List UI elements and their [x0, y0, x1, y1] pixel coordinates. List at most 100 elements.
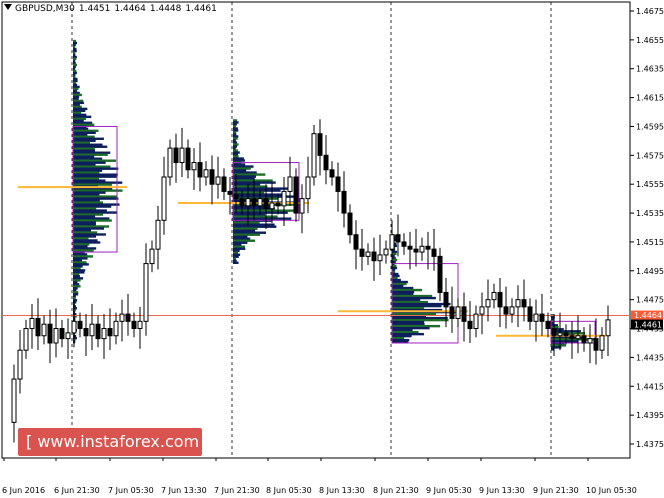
candle-body [377, 254, 383, 262]
candle-body [41, 323, 47, 337]
candle-body [257, 198, 263, 207]
candle-body [167, 147, 173, 178]
candle-body [215, 176, 221, 185]
candle-body [221, 176, 227, 192]
candle-body [143, 263, 149, 322]
candle-body [119, 313, 125, 322]
candle-body [419, 245, 425, 253]
ohlc-low: 1.4448 [149, 4, 182, 14]
chart-menu-triangle-icon[interactable] [4, 4, 12, 10]
candle-body [29, 317, 35, 330]
candle-body [197, 162, 203, 178]
candle-body [191, 162, 197, 171]
x-tick-label: 8 Jun 05:30 [266, 486, 312, 495]
ohlc-open: 1.4451 [78, 4, 111, 14]
candle-body [269, 202, 275, 210]
candle-body [125, 313, 131, 322]
y-tick-label: 1.4595 [636, 122, 664, 131]
candle-body [353, 234, 359, 250]
candle-body [329, 169, 335, 178]
candle-body [107, 328, 113, 337]
candle-body [35, 317, 41, 337]
candle-body [203, 169, 209, 178]
candle-body [209, 169, 215, 185]
candle-body [371, 251, 377, 262]
y-tick-label: 1.4575 [636, 151, 664, 160]
y-tick-label: 1.4475 [636, 296, 664, 305]
candle-body [401, 241, 407, 247]
candle-body [299, 198, 305, 214]
plot-frame [1, 1, 631, 459]
candle-body [449, 306, 455, 319]
x-tick-label: 6 Jun 21:30 [54, 486, 100, 495]
candle-body [161, 176, 167, 221]
candle-body [263, 198, 269, 210]
candle-body [149, 248, 155, 265]
ohlc-close: 1.4461 [185, 4, 217, 14]
candle-body [485, 299, 491, 308]
x-tick-label: 6 Jun 2016 [2, 486, 45, 495]
y-tick-label: 1.4655 [636, 36, 664, 45]
candle-body [347, 212, 353, 236]
candle-body [473, 313, 479, 330]
candle-body [101, 328, 107, 340]
y-tick-label: 1.4555 [636, 180, 664, 189]
candle-body [77, 320, 83, 330]
candle-body [233, 193, 239, 200]
candle-body [575, 335, 581, 340]
candle-body [275, 202, 281, 207]
candle-body [491, 291, 497, 301]
candle-body [395, 234, 401, 243]
price-chart: 1.4675 1.4655 1.4635 1.4615 1.4595 1.4575 1.45… [1, 1, 664, 495]
candle-body [443, 291, 449, 308]
candle-body [431, 248, 437, 257]
candle-body [95, 323, 101, 340]
candle-body [605, 319, 611, 337]
candle-body [455, 306, 461, 319]
candle-body [551, 328, 557, 337]
candle-body [413, 248, 419, 253]
candle-body [53, 328, 59, 344]
candle-body [185, 147, 191, 171]
x-tick-label: 7 Jun 05:30 [108, 486, 154, 495]
candle-body [527, 306, 533, 322]
candle-body [71, 320, 77, 334]
candle-body [497, 291, 503, 308]
candle-body [305, 176, 311, 200]
ohlc-high: 1.4464 [114, 4, 146, 14]
candle-body [545, 320, 551, 330]
candle-body [515, 299, 521, 308]
candle-body [341, 190, 347, 214]
candle-body [539, 313, 545, 322]
candle-body [509, 306, 515, 315]
candle-body [521, 299, 527, 308]
candle-body [17, 349, 23, 380]
candle-body [59, 328, 65, 340]
candle-body [281, 190, 287, 207]
x-tick-label: 9 Jun 13:30 [479, 486, 525, 495]
candle-body [359, 248, 365, 257]
y-tick-label: 1.4395 [636, 411, 664, 420]
candle-body [311, 133, 317, 178]
candle-body [425, 245, 431, 250]
candle-body [365, 251, 371, 257]
candle-body [137, 320, 143, 330]
candle-body [599, 335, 605, 351]
y-tick-label: 1.4515 [636, 238, 664, 247]
y-tick-label: 1.4675 [636, 7, 664, 16]
candle-body [155, 219, 161, 250]
x-tick-label: 9 Jun 21:30 [533, 486, 579, 495]
chart-window: 1.4675 1.4655 1.4635 1.4615 1.4595 1.4575 1.45… [0, 0, 664, 498]
candle-body [65, 332, 71, 340]
candle-body [287, 176, 293, 192]
symbol-label: GBPUSD,M30 [15, 4, 75, 14]
candle-body [593, 338, 599, 351]
y-tick-label: 1.4435 [636, 353, 664, 362]
y-tick-label: 1.4495 [636, 267, 664, 276]
instaforex-watermark: [ www.instaforex.com ] [18, 428, 210, 456]
y-tick-label: 1.4615 [636, 94, 664, 103]
x-tick-label: 9 Jun 05:30 [426, 486, 472, 495]
candle-body [563, 332, 569, 337]
x-tick-label: 8 Jun 21:30 [373, 486, 419, 495]
x-tick-label: 7 Jun 21:30 [214, 486, 260, 495]
